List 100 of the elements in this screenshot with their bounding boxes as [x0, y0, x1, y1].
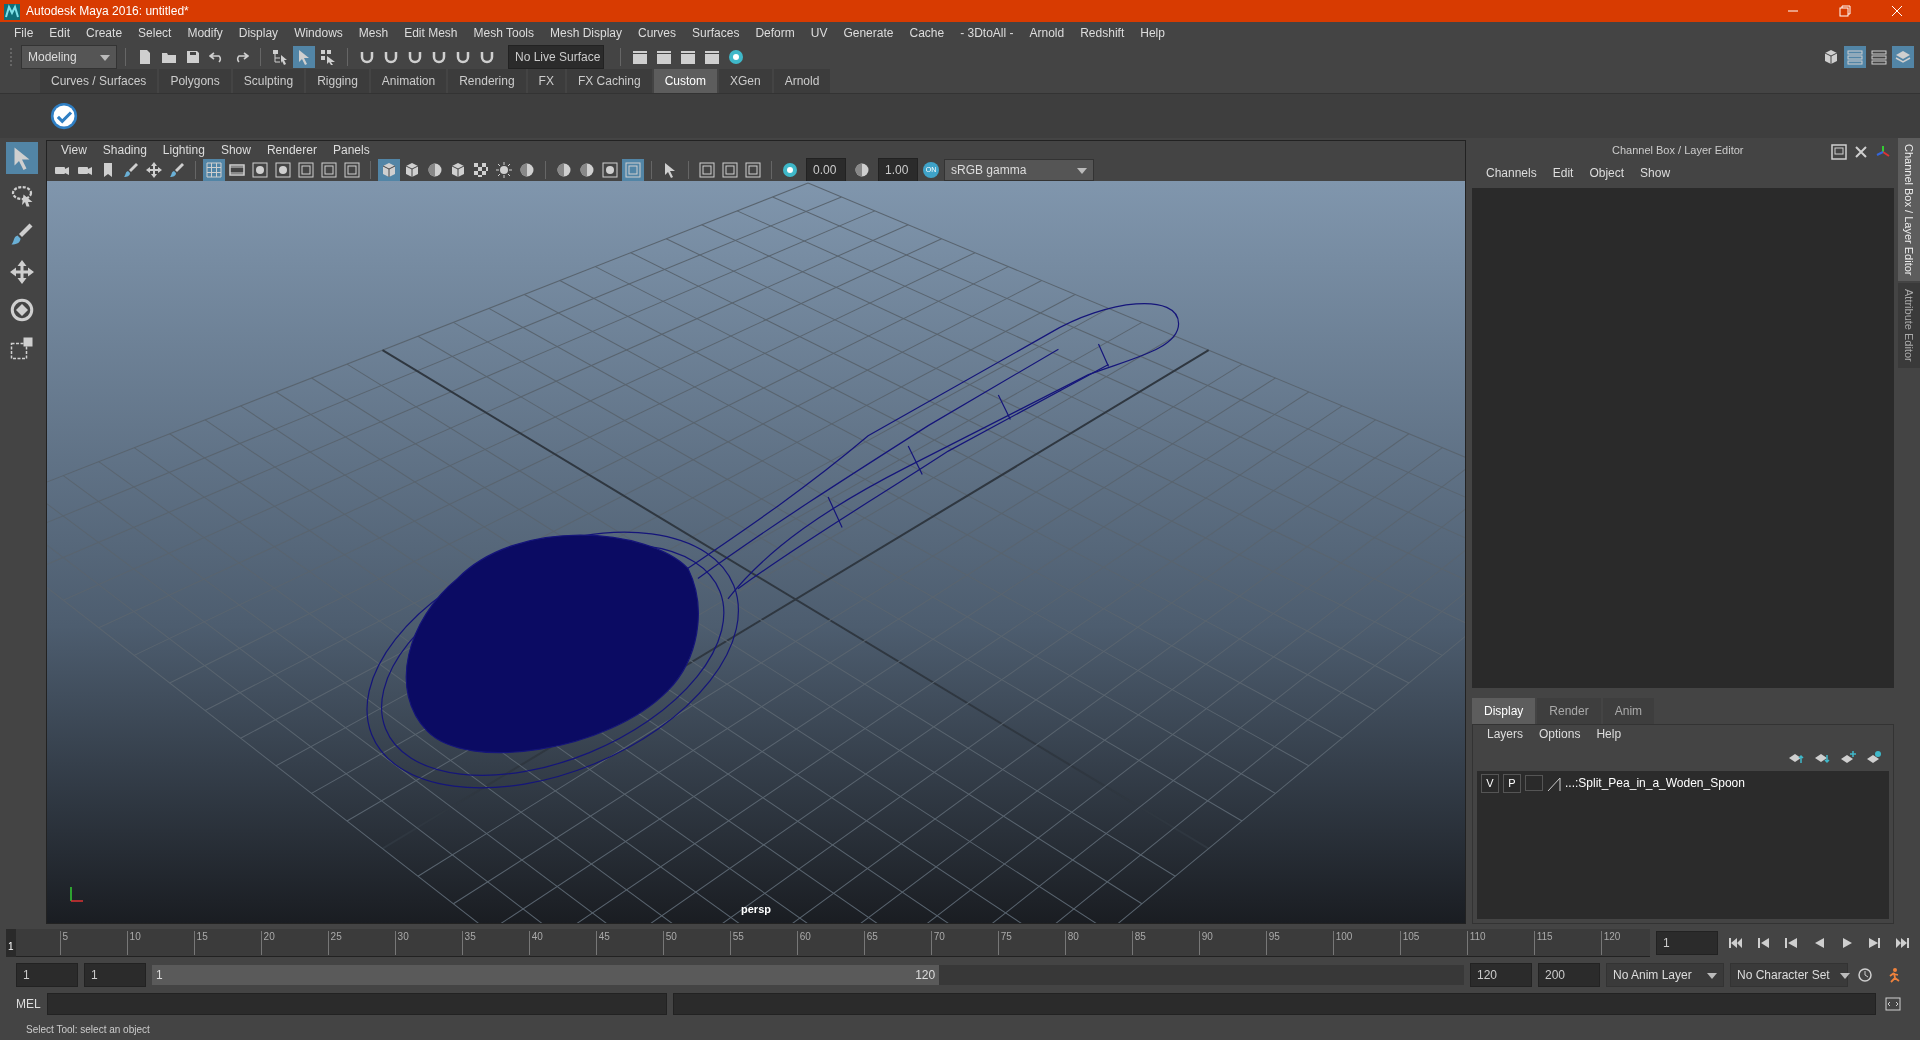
menu-item[interactable]: Mesh	[350, 22, 397, 44]
panel-menu-item[interactable]: Lighting	[154, 141, 213, 159]
menu-item[interactable]: Modify	[179, 22, 231, 44]
layer-name[interactable]: ...:Split_Pea_in_a_Woden_Spoon	[1565, 774, 1745, 793]
current-frame-marker[interactable]: 1	[6, 929, 16, 957]
menu-item[interactable]: Redshift	[1072, 22, 1133, 44]
channel-box-menu-item[interactable]: Show	[1632, 162, 1679, 184]
cube-icon[interactable]	[378, 159, 400, 181]
current-frame-field[interactable]: 1	[1656, 931, 1718, 955]
frame-icon[interactable]	[696, 159, 718, 181]
menu-item[interactable]: Edit Mesh	[396, 22, 466, 44]
channel-box-menu-item[interactable]: Edit	[1544, 162, 1582, 184]
layer-editor-tab[interactable]: Render	[1537, 698, 1601, 724]
channel-box-menu-item[interactable]: Object	[1581, 162, 1633, 184]
shelf-tab[interactable]: Rendering	[448, 69, 526, 93]
shelf-tab[interactable]: FX	[527, 69, 565, 93]
channel-box-menu-item[interactable]: Channels	[1478, 162, 1545, 184]
menu-item[interactable]: Select	[130, 22, 180, 44]
range-slider-track[interactable]: 1 120	[152, 965, 1464, 985]
color-swatch[interactable]	[1525, 775, 1543, 792]
menu-item[interactable]: Deform	[747, 22, 803, 44]
side-tab[interactable]: Channel Box / Layer Editor	[1898, 138, 1920, 282]
exposure-field[interactable]: 0.00	[806, 158, 846, 182]
side-tab[interactable]: Attribute Editor	[1898, 283, 1920, 369]
frame-icon[interactable]	[318, 159, 340, 181]
panel-menu-item[interactable]: View	[53, 141, 95, 159]
range-end-label: 120	[915, 967, 936, 984]
animation-end-field[interactable]: 200	[1538, 963, 1600, 987]
workspace-dropdown[interactable]: Modeling	[21, 45, 117, 69]
dropdown-arrow-icon[interactable]	[1707, 972, 1717, 979]
menu-item[interactable]: Cache	[901, 22, 953, 44]
range-slider-bar[interactable]: 1 120	[152, 965, 940, 985]
command-input-field[interactable]	[46, 993, 667, 1015]
color-space-dropdown[interactable]: sRGB gamma	[944, 159, 1094, 181]
panel-menu-item[interactable]: Renderer	[258, 141, 325, 159]
animation-start-field[interactable]: 1	[16, 963, 78, 987]
command-language-label[interactable]: MEL	[16, 995, 41, 1013]
shelf-tab[interactable]: Arnold	[773, 69, 831, 93]
menu-item[interactable]: UV	[802, 22, 836, 44]
frame-icon[interactable]	[719, 159, 741, 181]
gamma-field[interactable]: 1.00	[878, 158, 918, 182]
layer-menu-item[interactable]: Layers	[1479, 723, 1532, 745]
camera-name: persp	[741, 901, 771, 917]
frame-tick-label: 10	[126, 931, 141, 955]
menu-item[interactable]: - 3DtoAll -	[952, 22, 1022, 44]
menu-item[interactable]: Surfaces	[684, 22, 748, 44]
character-set-dropdown[interactable]: No Character Set	[1730, 963, 1848, 987]
playback-end-field[interactable]: 120	[1470, 963, 1532, 987]
menu-item[interactable]: Create	[78, 22, 131, 44]
menu-item[interactable]: File	[6, 22, 42, 44]
menu-item[interactable]: Help	[1132, 22, 1173, 44]
dropdown-arrow-icon[interactable]	[1839, 972, 1850, 979]
frame-tick-label: 35	[461, 931, 476, 955]
shelf-tab[interactable]: XGen	[718, 69, 772, 93]
visibility-toggle[interactable]: V	[1481, 774, 1499, 793]
shelf-tab[interactable]: Animation	[370, 69, 447, 93]
frame-tick-label: 25	[327, 931, 342, 955]
layer-editor-tab[interactable]: Anim	[1602, 698, 1655, 724]
menu-item[interactable]: Edit	[41, 22, 79, 44]
menu-item[interactable]: Display	[230, 22, 287, 44]
panel-menu-item[interactable]: Panels	[324, 141, 378, 159]
panel-menu-item[interactable]: Show	[212, 141, 259, 159]
dropdown-arrow-icon[interactable]	[1077, 167, 1087, 174]
shelf-tab[interactable]: Rigging	[306, 69, 369, 93]
live-surface-field[interactable]: No Live Surface	[508, 45, 604, 69]
layer-editor-tab[interactable]: Display	[1472, 698, 1536, 724]
frame-icon[interactable]	[742, 159, 764, 181]
light-icon[interactable]	[493, 159, 515, 181]
menu-item[interactable]: Mesh Tools	[465, 22, 542, 44]
panel-title: Channel Box / Layer Editor	[1612, 142, 1744, 158]
shelf-tab[interactable]: Polygons	[159, 69, 231, 93]
layers-icon[interactable]	[1892, 46, 1914, 68]
shelf-tab[interactable]: FX Caching	[566, 69, 652, 93]
restore-icon[interactable]	[1837, 3, 1853, 19]
shelf-tab[interactable]: Curves / Surfaces	[40, 69, 158, 93]
menu-item[interactable]: Arnold	[1021, 22, 1073, 44]
cursor-tool-icon[interactable]	[6, 142, 38, 174]
time-slider[interactable]: 1 5 10 15 20 25 30 35 40 45 50 55 60 65 70 75 80 85 90 95 100 105 110 115 120	[6, 929, 1650, 957]
menu-item[interactable]: Mesh Display	[542, 22, 631, 44]
menu-item[interactable]: Windows	[286, 22, 351, 44]
menu-item[interactable]: Generate	[835, 22, 902, 44]
frame-tick-label: 115	[1533, 931, 1553, 955]
checkmark-icon[interactable]	[48, 100, 80, 132]
playback-toggle[interactable]: P	[1503, 774, 1521, 793]
frame-icon[interactable]	[341, 159, 363, 181]
frame-tick-label: 45	[595, 931, 610, 955]
close-icon[interactable]	[1889, 3, 1905, 19]
shelf-tab[interactable]: Sculpting	[232, 69, 305, 93]
layer-menu-item[interactable]: Help	[1588, 723, 1630, 745]
panel-menu-item[interactable]: Shading	[94, 141, 155, 159]
command-result-field[interactable]	[672, 993, 1876, 1015]
dropdown-arrow-icon[interactable]	[100, 54, 110, 61]
layer-menu-item[interactable]: Options	[1531, 723, 1589, 745]
menu-item[interactable]: Curves	[630, 22, 685, 44]
shelf-tab[interactable]: Custom	[653, 69, 717, 93]
anim-layer-dropdown[interactable]: No Anim Layer	[1606, 963, 1724, 987]
frame-icon[interactable]	[295, 159, 317, 181]
float-window-icon[interactable]	[1828, 141, 1850, 163]
grid-icon[interactable]	[203, 159, 225, 181]
playback-start-field[interactable]: 1	[84, 963, 146, 987]
